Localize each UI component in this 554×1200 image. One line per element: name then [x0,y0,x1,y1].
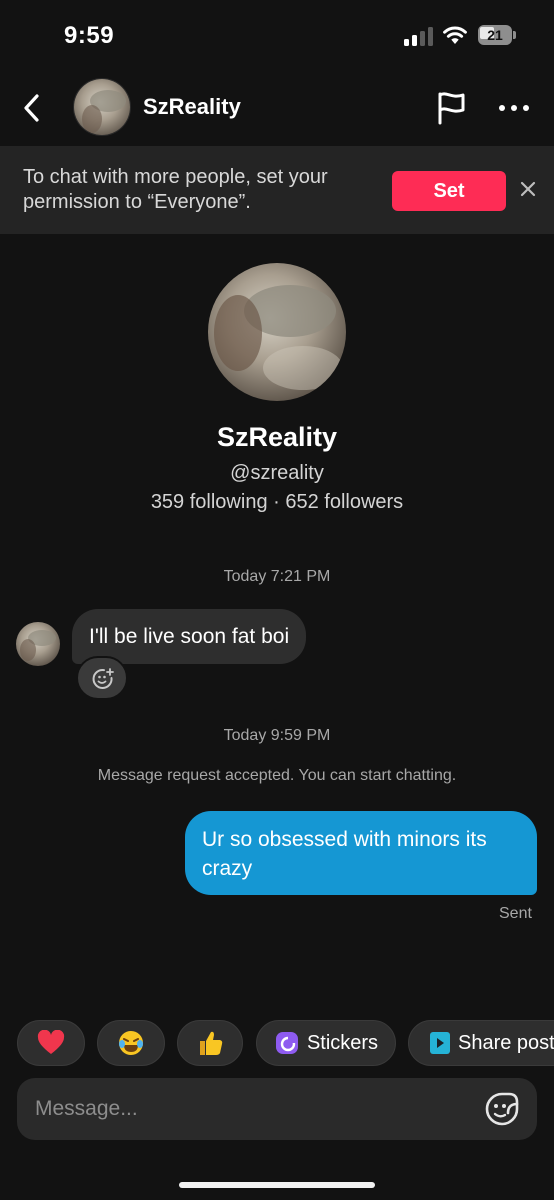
heart-icon [37,1030,65,1054]
chat-header: SzReality [0,70,554,146]
share-post-button[interactable]: Share post [408,1020,554,1066]
laughing-emoji-icon [119,1031,143,1055]
outgoing-message-bubble[interactable]: Ur so obsessed with minors its crazy [185,811,537,895]
stickers-label: Stickers [306,1031,379,1054]
emoji-sticker-icon[interactable] [483,1090,521,1128]
message-input[interactable] [35,1078,475,1140]
delivery-status: Sent [499,905,532,922]
quick-actions-row: Stickers Share post [0,1020,554,1066]
status-time: 9:59 [64,22,115,49]
header-username[interactable]: SzReality [143,94,241,120]
cellular-signal-icon [404,26,434,46]
permission-banner-text: To chat with more people, set your permi… [23,166,328,213]
profile-handle: @szreality [230,462,324,484]
timestamp: Today 7:21 PM [223,568,331,585]
laughing-reaction-button[interactable] [97,1020,165,1066]
stickers-button[interactable]: Stickers [256,1020,396,1066]
permission-banner: To chat with more people, set your permi… [0,146,554,234]
message-avatar[interactable] [16,622,60,666]
add-reaction-button[interactable] [76,656,128,700]
home-indicator[interactable] [179,1182,375,1188]
thumbs-up-reaction-button[interactable] [177,1020,243,1066]
profile-stats: 359 following · 652 followers [150,491,404,513]
wifi-icon [443,26,467,44]
timestamp: Today 9:59 PM [223,727,331,744]
report-flag-icon[interactable] [434,90,468,126]
profile-avatar[interactable] [208,263,346,401]
thumbs-up-icon [200,1031,223,1055]
close-icon[interactable] [518,179,538,199]
stickers-icon [275,1032,298,1054]
status-bar: 9:59 21 [0,0,554,70]
request-accepted-notice: Message request accepted. You can start … [97,767,457,784]
back-arrow-icon[interactable] [18,90,46,126]
battery-icon: 21 [478,25,516,45]
add-reaction-icon [92,668,114,689]
battery-level: 21 [487,27,503,43]
header-avatar[interactable] [73,78,131,136]
more-options-icon[interactable] [496,96,532,120]
share-post-label: Share post [458,1031,554,1054]
share-post-icon [430,1032,450,1054]
message-composer [17,1078,537,1140]
heart-reaction-button[interactable] [17,1020,85,1066]
profile-name: SzReality [216,422,338,452]
set-permission-button[interactable]: Set [392,171,506,211]
